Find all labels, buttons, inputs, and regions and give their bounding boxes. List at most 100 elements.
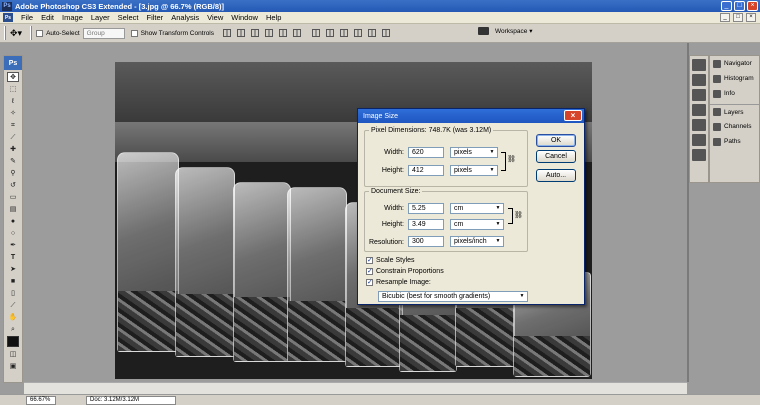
move-tool-icon[interactable]: ✥ <box>7 72 19 82</box>
pixel-height-input[interactable]: 412 <box>408 165 444 176</box>
distribute-left-icon[interactable] <box>354 29 363 37</box>
horizontal-scrollbar[interactable] <box>24 382 687 394</box>
bridge-icon[interactable] <box>478 27 489 35</box>
pixel-width-unit-dropdown[interactable]: pixels ▼ <box>450 147 498 158</box>
cancel-button[interactable]: Cancel <box>536 150 576 163</box>
align-right-icon[interactable] <box>293 29 302 37</box>
distribute-vcenter-icon[interactable] <box>326 29 335 37</box>
doc-width-unit-dropdown[interactable]: cm ▼ <box>450 203 504 214</box>
blur-tool-icon[interactable]: ● <box>7 216 19 226</box>
pixel-width-input[interactable]: 620 <box>408 147 444 158</box>
panel-paths[interactable]: Paths <box>710 134 759 149</box>
distribute-hcenter-icon[interactable] <box>368 29 377 37</box>
workspace-button[interactable]: Workspace ▾ <box>495 27 532 35</box>
notes-tool-icon[interactable]: ▯ <box>7 288 19 298</box>
brush-tool-icon[interactable]: ✎ <box>7 156 19 166</box>
auto-button[interactable]: Auto... <box>536 169 576 182</box>
resolution-unit-dropdown[interactable]: pixels/inch ▼ <box>450 236 504 247</box>
pen-tool-icon[interactable]: ✒ <box>7 240 19 250</box>
doc-height-input[interactable]: 3.49 <box>408 219 444 230</box>
minimize-button[interactable]: _ <box>721 1 732 11</box>
menu-file[interactable]: File <box>17 13 37 22</box>
menu-layer[interactable]: Layer <box>87 13 114 22</box>
screen-mode-icon[interactable]: ▣ <box>7 361 19 371</box>
ok-button[interactable]: OK <box>536 134 576 147</box>
character-icon[interactable] <box>692 104 706 116</box>
resolution-input[interactable]: 300 <box>408 236 444 247</box>
quick-mask-icon[interactable]: ◫ <box>7 349 19 359</box>
tool-preset-icon[interactable] <box>692 59 706 71</box>
options-grip[interactable] <box>4 26 6 40</box>
panel-navigator[interactable]: Navigator <box>710 56 759 71</box>
doc-restore-button[interactable]: □ <box>733 13 743 22</box>
doc-height-unit-dropdown[interactable]: cm ▼ <box>450 219 504 230</box>
healing-brush-tool-icon[interactable]: ✚ <box>7 144 19 154</box>
scale-styles-checkbox[interactable] <box>366 257 373 264</box>
auto-select-checkbox[interactable] <box>36 29 44 37</box>
panel-layers[interactable]: Layers <box>710 104 759 119</box>
align-left-icon[interactable] <box>265 29 274 37</box>
eraser-tool-icon[interactable]: ▭ <box>7 192 19 202</box>
eyedropper-tool-icon[interactable]: ⟋ <box>7 300 19 310</box>
menu-image[interactable]: Image <box>58 13 87 22</box>
constrain-proportions-checkbox[interactable] <box>366 268 373 275</box>
pixel-height-unit-dropdown[interactable]: pixels ▼ <box>450 165 498 176</box>
lasso-tool-icon[interactable]: ℓ <box>7 96 19 106</box>
gradient-tool-icon[interactable]: ▤ <box>7 204 19 214</box>
panel-channels[interactable]: Channels <box>710 119 759 134</box>
zoom-field[interactable]: 66.67% <box>26 395 56 405</box>
crop-tool-icon[interactable]: ⌗ <box>7 120 19 130</box>
slice-tool-icon[interactable]: ⟋ <box>7 132 19 142</box>
constrain-proportions-option[interactable]: Constrain Proportions <box>366 268 444 275</box>
distribute-right-icon[interactable] <box>382 29 391 37</box>
resample-image-option[interactable]: Resample Image: <box>366 279 431 286</box>
foreground-color-swatch[interactable] <box>7 336 19 347</box>
align-hcenter-icon[interactable] <box>279 29 288 37</box>
menu-view[interactable]: View <box>203 13 227 22</box>
marquee-tool-icon[interactable]: ⬚ <box>7 84 19 94</box>
history-icon[interactable] <box>692 149 706 161</box>
resample-method-dropdown[interactable]: Bicubic (best for smooth gradients) ▼ <box>378 291 528 302</box>
zoom-tool-icon[interactable]: ⌕ <box>7 324 19 334</box>
document-icon[interactable]: Ps <box>3 13 13 22</box>
menu-analysis[interactable]: Analysis <box>167 13 203 22</box>
shape-tool-icon[interactable]: ■ <box>7 276 19 286</box>
brushes-icon[interactable] <box>692 74 706 86</box>
clone-source-icon[interactable] <box>692 89 706 101</box>
panel-histogram[interactable]: Histogram <box>710 71 759 86</box>
auto-select-dropdown[interactable]: Group <box>82 27 125 39</box>
menu-window[interactable]: Window <box>227 13 262 22</box>
magic-wand-tool-icon[interactable]: ✧ <box>7 108 19 118</box>
panel-info[interactable]: Info <box>710 86 759 101</box>
actions-icon[interactable] <box>692 134 706 146</box>
dialog-title-bar[interactable]: Image Size × <box>358 109 584 123</box>
show-transform-checkbox[interactable] <box>130 29 138 37</box>
path-selection-tool-icon[interactable]: ➤ <box>7 264 19 274</box>
clone-stamp-tool-icon[interactable]: ⚲ <box>7 168 19 178</box>
doc-minimize-button[interactable]: _ <box>720 13 730 22</box>
paragraph-icon[interactable] <box>692 119 706 131</box>
dialog-close-button[interactable]: × <box>564 110 582 121</box>
resample-image-checkbox[interactable] <box>366 279 373 286</box>
align-vcenter-icon[interactable] <box>237 29 246 37</box>
scale-styles-option[interactable]: Scale Styles <box>366 257 415 264</box>
distribute-top-icon[interactable] <box>312 29 321 37</box>
move-tool-icon[interactable]: ✥▾ <box>10 28 22 39</box>
menu-filter[interactable]: Filter <box>143 13 168 22</box>
align-bottom-icon[interactable] <box>251 29 260 37</box>
maximize-button[interactable]: □ <box>734 1 745 11</box>
doc-width-input[interactable]: 5.25 <box>408 203 444 214</box>
menu-help[interactable]: Help <box>262 13 285 22</box>
menu-select[interactable]: Select <box>114 13 143 22</box>
panel-dock-icons <box>689 55 709 183</box>
hand-tool-icon[interactable]: ✋ <box>7 312 19 322</box>
menu-edit[interactable]: Edit <box>37 13 58 22</box>
history-brush-tool-icon[interactable]: ↺ <box>7 180 19 190</box>
align-top-icon[interactable] <box>223 29 232 37</box>
close-button[interactable]: × <box>747 1 758 11</box>
doc-close-button[interactable]: × <box>746 13 756 22</box>
type-tool-icon[interactable]: T <box>7 252 19 262</box>
distribute-bottom-icon[interactable] <box>340 29 349 37</box>
channels-icon <box>713 122 721 131</box>
dodge-tool-icon[interactable]: ○ <box>7 228 19 238</box>
